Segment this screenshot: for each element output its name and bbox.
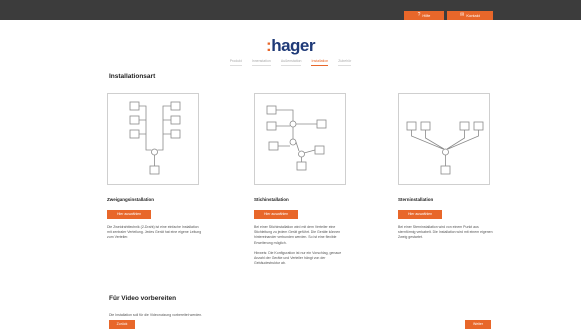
select-stich-button[interactable]: Hier auswählen <box>254 210 298 219</box>
card-title: Zweigangsinstallation <box>107 197 155 202</box>
zweigang-diagram <box>107 93 199 185</box>
step-installation[interactable]: Installation <box>311 59 329 66</box>
step-produkt[interactable]: Produkt <box>229 59 242 66</box>
envelope-icon: ✉ <box>460 12 465 18</box>
stich-diagram <box>254 93 346 185</box>
card-description: Bei einer Stichinstallation wird mit dem… <box>254 225 341 245</box>
video-description: Die Installation soll für die Videonutzu… <box>109 313 203 317</box>
contact-label: Kontakt <box>466 13 480 18</box>
card-title: Stichinstallation <box>254 197 289 202</box>
contact-button[interactable]: ✉ Kontakt <box>447 11 493 20</box>
installation-card-stich: Stichinstallation Hier auswählen Bei ein… <box>254 93 350 266</box>
step-innenstation[interactable]: Innenstation <box>251 59 271 66</box>
hager-logo: :hager <box>266 36 315 55</box>
installation-heading: Installationsart <box>109 73 156 80</box>
help-label: Hilfe <box>422 13 431 18</box>
top-bar: ? Hilfe ✉ Kontakt <box>0 0 581 20</box>
help-button[interactable]: ? Hilfe <box>404 11 444 20</box>
next-button[interactable]: Weiter <box>465 320 491 329</box>
step-aussenstation[interactable]: Außenstation <box>280 59 302 66</box>
select-stern-button[interactable]: Hier auswählen <box>398 210 442 219</box>
back-button[interactable]: Zurück <box>109 320 135 329</box>
card-description: Die Zweidrahttechnik (2-Draht) ist eine … <box>107 225 202 240</box>
installation-card-zweigang: Zweigangsinstallation Hier auswählen Die… <box>107 93 203 241</box>
card-note: Hinweis: Die Konfiguration ist nur ein V… <box>254 250 342 266</box>
installation-card-stern: Sterninstallation Hier auswählen Bei ein… <box>398 93 494 241</box>
stern-diagram <box>398 93 490 185</box>
select-zweigang-button[interactable]: Hier auswählen <box>107 210 151 219</box>
video-heading: Für Video vorbereiten <box>109 295 177 302</box>
question-icon: ? <box>417 12 421 18</box>
step-zubehoer[interactable]: Zubehör <box>338 59 352 66</box>
card-title: Sterninstallation <box>398 197 434 202</box>
progress-steps: Produkt Innenstation Außenstation Instal… <box>0 59 581 66</box>
card-description: Bei einer Sterninstallation wird von ein… <box>398 225 493 240</box>
